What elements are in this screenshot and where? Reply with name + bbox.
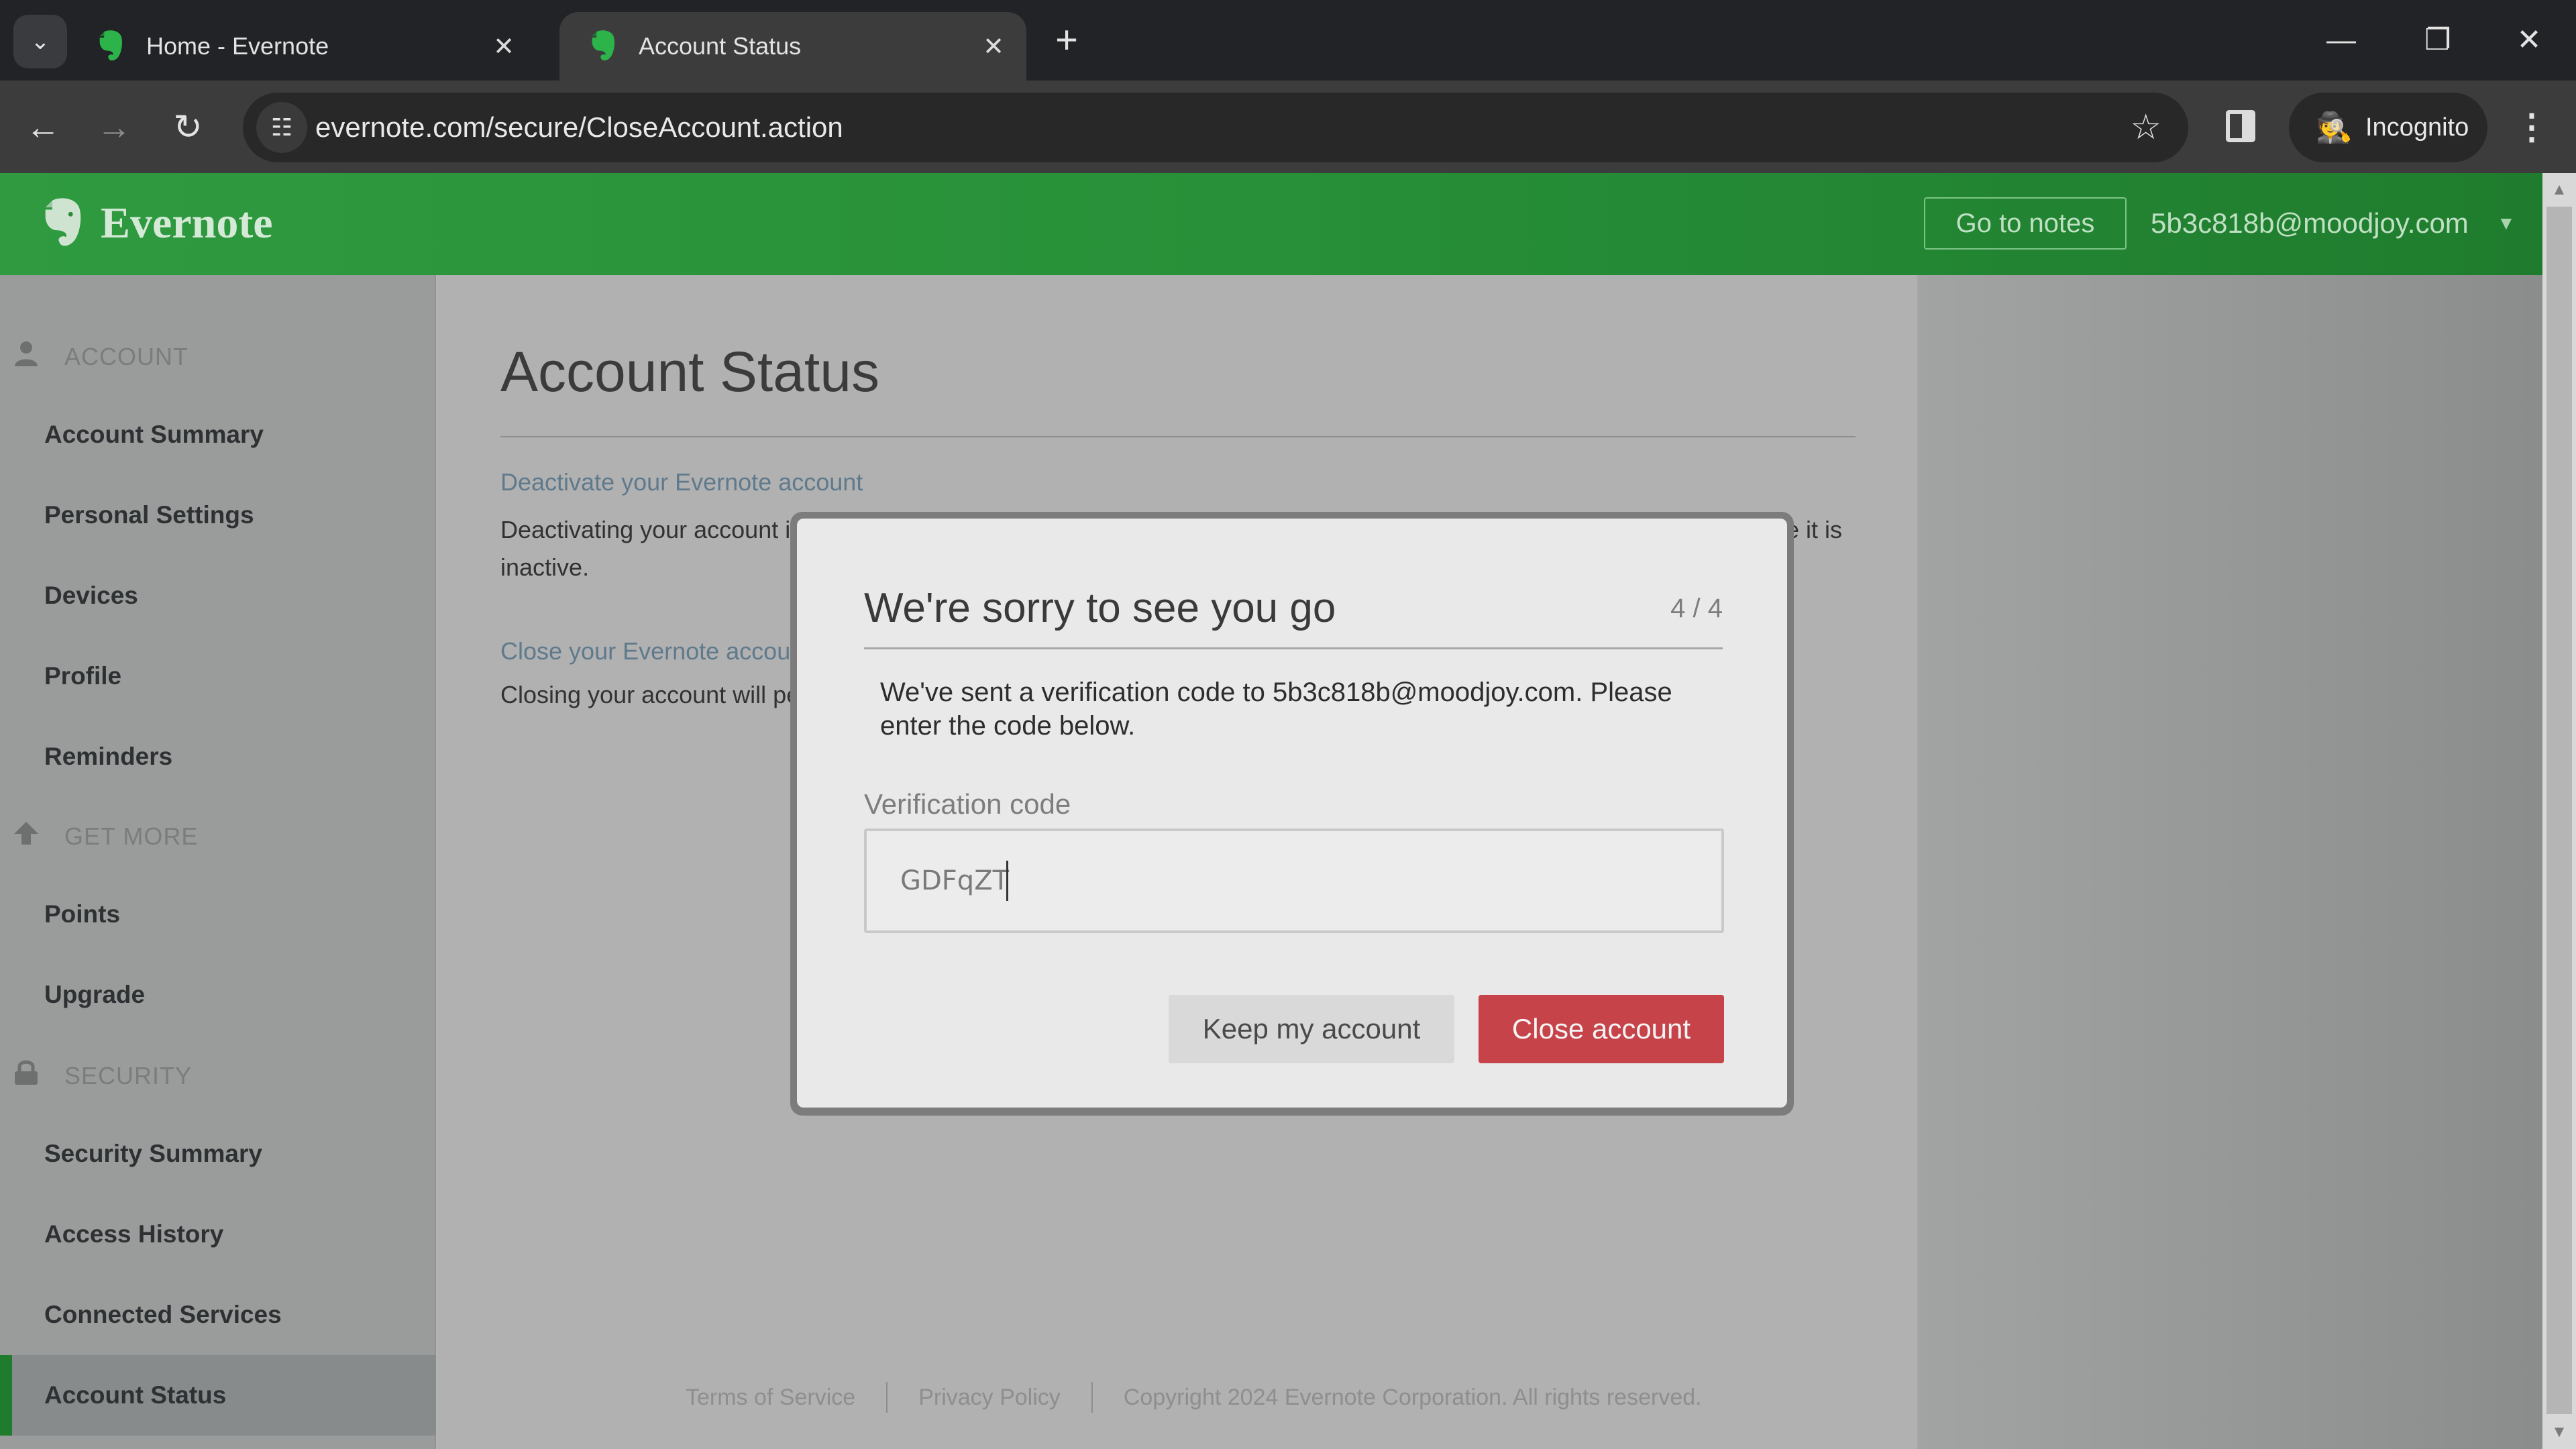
browser-tab-bar: ⌄ Home - Evernote ✕ Account Status ✕ + —… bbox=[0, 0, 2576, 80]
footer-divider bbox=[886, 1382, 888, 1413]
evernote-header: Evernote Go to notes 5b3c818b@moodjoy.co… bbox=[0, 173, 2542, 275]
close-account-description: Closing your account will pe bbox=[500, 681, 800, 708]
tab-account-status[interactable]: Account Status ✕ bbox=[559, 12, 1026, 80]
scrollbar-thumb[interactable] bbox=[2546, 207, 2572, 1414]
close-tab-icon[interactable]: ✕ bbox=[487, 32, 521, 62]
sidebar-item-account-status[interactable]: Account Status bbox=[0, 1355, 436, 1436]
sidebar-item-security-summary[interactable]: Security Summary bbox=[0, 1114, 436, 1194]
brand-name: Evernote bbox=[101, 199, 273, 248]
close-window-button[interactable]: ✕ bbox=[2496, 15, 2563, 66]
sidebar-item-account-summary[interactable]: Account Summary bbox=[0, 394, 436, 475]
chevron-down-icon: ⌄ bbox=[30, 29, 50, 54]
dialog-title: We're sorry to see you go bbox=[864, 585, 1336, 631]
page-footer: Terms of Service Privacy Policy Copyrigh… bbox=[686, 1382, 1702, 1413]
tab-title: Home - Evernote bbox=[146, 32, 329, 60]
close-account-dialog: We're sorry to see you go 4 / 4 We've se… bbox=[790, 512, 1794, 1116]
scroll-down-arrow-icon[interactable]: ▼ bbox=[2542, 1415, 2576, 1449]
lock-icon bbox=[12, 1059, 40, 1093]
back-button[interactable]: ← bbox=[16, 101, 70, 154]
go-to-notes-button[interactable]: Go to notes bbox=[1924, 197, 2127, 250]
tab-home-evernote[interactable]: Home - Evernote ✕ bbox=[67, 12, 537, 80]
deactivate-description-tail: e it is bbox=[1786, 516, 1843, 543]
incognito-indicator[interactable]: 🕵 Incognito bbox=[2289, 93, 2487, 162]
tab-search-button[interactable]: ⌄ bbox=[13, 15, 67, 68]
evernote-favicon-icon bbox=[99, 30, 123, 61]
reload-button[interactable]: ↻ bbox=[161, 101, 215, 154]
side-panel-icon[interactable] bbox=[2226, 110, 2255, 142]
settings-sidebar: ACCOUNT Account Summary Personal Setting… bbox=[0, 275, 436, 1449]
sidebar-item-personal-settings[interactable]: Personal Settings bbox=[0, 475, 436, 555]
address-bar[interactable]: ☷ evernote.com/secure/CloseAccount.actio… bbox=[243, 93, 2188, 162]
close-account-button[interactable]: Close account bbox=[1479, 995, 1724, 1063]
browser-toolbar: ← → ↻ ☷ evernote.com/secure/CloseAccount… bbox=[0, 80, 2576, 173]
step-indicator: 4 / 4 bbox=[1670, 594, 1723, 623]
user-icon bbox=[12, 341, 40, 373]
forward-button[interactable]: → bbox=[87, 101, 141, 154]
verification-code-input[interactable] bbox=[864, 828, 1724, 933]
restore-button[interactable]: ❐ bbox=[2404, 15, 2471, 66]
page-scrollbar[interactable]: ▲ ▼ bbox=[2542, 173, 2576, 1449]
url-text[interactable]: evernote.com/secure/CloseAccount.action bbox=[315, 93, 843, 162]
new-tab-button[interactable]: + bbox=[1046, 19, 1087, 62]
sidebar-item-reminders[interactable]: Reminders bbox=[0, 716, 436, 797]
minimize-button[interactable]: — bbox=[2308, 15, 2375, 66]
evernote-logo[interactable]: Evernote bbox=[39, 193, 273, 254]
scroll-up-arrow-icon[interactable]: ▲ bbox=[2542, 173, 2576, 207]
dialog-body: We're sorry to see you go 4 / 4 We've se… bbox=[797, 519, 1787, 1108]
right-gutter bbox=[1917, 275, 2542, 1449]
terms-of-service-link[interactable]: Terms of Service bbox=[686, 1385, 855, 1411]
sidebar-item-connected-services[interactable]: Connected Services bbox=[0, 1275, 436, 1355]
close-account-link[interactable]: Close your Evernote accou bbox=[500, 637, 790, 665]
title-divider bbox=[500, 436, 1856, 437]
privacy-policy-link[interactable]: Privacy Policy bbox=[918, 1385, 1061, 1411]
sidebar-section-get-more: GET MORE bbox=[12, 816, 198, 857]
page-viewport: Evernote Go to notes 5b3c818b@moodjoy.co… bbox=[0, 173, 2542, 1449]
sidebar-item-points[interactable]: Points bbox=[0, 874, 436, 955]
sidebar-item-access-history[interactable]: Access History bbox=[0, 1194, 436, 1275]
footer-divider bbox=[1091, 1382, 1093, 1413]
arrow-up-icon bbox=[12, 820, 40, 853]
dialog-divider bbox=[864, 647, 1723, 649]
sidebar-section-security: SECURITY bbox=[12, 1056, 192, 1096]
deactivate-account-link[interactable]: Deactivate your Evernote account bbox=[500, 468, 863, 496]
sidebar-item-devices[interactable]: Devices bbox=[0, 555, 436, 636]
page-title: Account Status bbox=[500, 340, 879, 403]
text-cursor bbox=[1006, 861, 1008, 901]
sidebar-item-profile[interactable]: Profile bbox=[0, 636, 436, 716]
site-info-icon[interactable]: ☷ bbox=[256, 102, 307, 153]
deactivate-description: Deactivating your account is bbox=[500, 516, 803, 543]
incognito-label: Incognito bbox=[2365, 113, 2469, 142]
sidebar-section-account: ACCOUNT bbox=[12, 337, 189, 377]
evernote-favicon-icon bbox=[592, 30, 615, 61]
close-tab-icon[interactable]: ✕ bbox=[977, 32, 1010, 62]
keep-account-button[interactable]: Keep my account bbox=[1169, 995, 1454, 1063]
verification-message: We've sent a verification code to 5b3c81… bbox=[880, 678, 1672, 741]
browser-menu-icon[interactable]: ⋮ bbox=[2514, 101, 2549, 154]
incognito-icon: 🕵 bbox=[2316, 111, 2353, 144]
deactivate-description-line2: inactive. bbox=[500, 553, 590, 581]
verification-code-label: Verification code bbox=[864, 788, 1071, 820]
caret-down-icon[interactable]: ▼ bbox=[2497, 197, 2516, 250]
bookmark-star-icon[interactable]: ☆ bbox=[2130, 93, 2161, 162]
copyright-text: Copyright 2024 Evernote Corporation. All… bbox=[1123, 1384, 1702, 1410]
sidebar-item-upgrade[interactable]: Upgrade bbox=[0, 955, 436, 1035]
user-email-menu[interactable]: 5b3c818b@moodjoy.com bbox=[2151, 197, 2469, 250]
evernote-elephant-icon bbox=[45, 198, 81, 246]
tab-title: Account Status bbox=[639, 32, 802, 60]
